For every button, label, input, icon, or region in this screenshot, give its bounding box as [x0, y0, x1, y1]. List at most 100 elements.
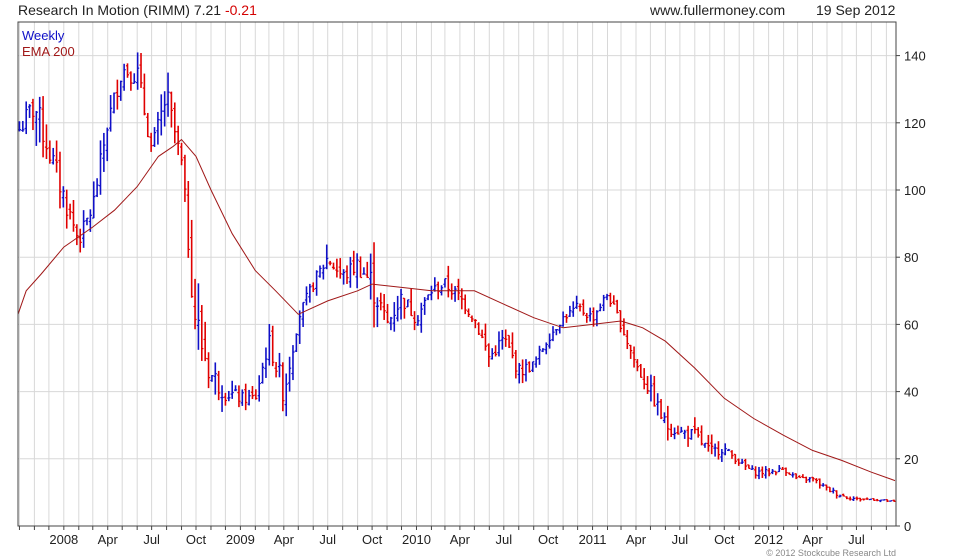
price-bar [554, 329, 558, 336]
x-tick-label: Jul [319, 532, 336, 547]
x-tick-label: Jul [672, 532, 689, 547]
price-bar [716, 441, 721, 460]
price-bar [315, 270, 319, 296]
price-bar [159, 94, 163, 136]
x-tick-label: 2008 [49, 532, 78, 547]
legend: Weekly EMA 200 [22, 28, 75, 59]
price-bar [504, 329, 508, 347]
x-tick-label: Oct [538, 532, 559, 547]
price-bar [581, 299, 585, 316]
price-bars [17, 52, 896, 503]
price-bar [703, 442, 707, 448]
price-bar [848, 496, 852, 501]
price-bar [213, 362, 217, 395]
price-bar [784, 467, 788, 476]
x-axis: 2008 Apr Jul Oct 2009 Apr Jul Oct 2010 Apr Jul Oct 2… [18, 526, 887, 547]
price-bar [686, 425, 690, 447]
price-bar [308, 283, 312, 303]
price-bar [190, 219, 194, 298]
price-bar [58, 151, 62, 209]
price-bar [760, 466, 764, 478]
price-bar [179, 142, 184, 166]
price-bar [821, 483, 825, 487]
price-bar [183, 154, 187, 202]
x-tick-label: Jul [143, 532, 160, 547]
price-bar [889, 500, 893, 502]
price-bar [882, 499, 886, 501]
x-tick-label: Apr [98, 532, 119, 547]
price-bar [622, 318, 626, 336]
price-bar [409, 288, 413, 317]
price-bar [632, 346, 636, 368]
price-bar [156, 111, 160, 145]
price-bar [615, 299, 619, 314]
price-bar [321, 264, 325, 280]
price-bar [544, 342, 548, 355]
price-bar [142, 73, 146, 116]
price-bar [743, 458, 748, 471]
price-bar [588, 307, 592, 322]
price-bar [811, 476, 815, 482]
price-bar [672, 427, 677, 440]
price-bar [571, 301, 575, 317]
price-bar [220, 385, 224, 412]
price-bar [764, 466, 768, 479]
x-tick-label: Jul [848, 532, 865, 547]
y-tick-label: 120 [904, 116, 926, 131]
price-bar [838, 494, 842, 498]
price-bar [375, 297, 380, 328]
y-tick-label: 140 [904, 49, 926, 64]
price-bar [109, 95, 113, 132]
price-bar [669, 423, 673, 438]
price-bar [797, 475, 802, 479]
x-tick-label: Apr [802, 532, 823, 547]
price-bar [737, 458, 741, 466]
price-bar [429, 285, 434, 301]
price-bar [710, 434, 714, 455]
price-bar [352, 250, 356, 276]
price-bar [203, 321, 207, 362]
price-bar [169, 91, 174, 128]
price-bar [38, 96, 42, 143]
price-bar [65, 189, 69, 229]
price-bar [254, 389, 258, 400]
price-bar [605, 293, 609, 301]
price-bar [450, 283, 454, 300]
price-bar [426, 294, 430, 301]
price-bar [696, 427, 700, 438]
price-bar [433, 277, 437, 292]
price-bar [730, 450, 734, 459]
price-bar [136, 52, 140, 90]
price-bar [44, 124, 49, 159]
price-bar [683, 429, 687, 439]
x-tick-label: Oct [362, 532, 383, 547]
price-bar [257, 375, 261, 402]
price-bar [521, 359, 525, 384]
x-tick-label: Jul [495, 532, 512, 547]
price-bar [250, 386, 255, 400]
price-bar [493, 345, 498, 357]
price-bar [480, 329, 484, 339]
price-bar [139, 53, 143, 88]
price-bar [598, 303, 602, 312]
copyright: © 2012 Stockcube Research Ltd [766, 548, 896, 558]
x-tick-label: Oct [186, 532, 207, 547]
legend-ema-200: EMA 200 [22, 44, 75, 59]
price-bar [206, 352, 211, 389]
price-bar [831, 487, 835, 494]
price-bar [95, 178, 99, 198]
price-bar [443, 278, 447, 288]
price-bar [747, 464, 751, 470]
price-bar [855, 496, 859, 501]
price-bar [146, 112, 150, 138]
x-tick-label: 2010 [402, 532, 431, 547]
price-bar [713, 443, 717, 457]
price-bar [470, 315, 474, 323]
price-bar [676, 425, 680, 435]
price-bar [75, 224, 79, 246]
x-tick-label: Oct [714, 532, 735, 547]
price-bar [463, 294, 467, 315]
price-bar [328, 260, 332, 266]
price-bar [656, 393, 660, 416]
price-bar [41, 96, 45, 158]
